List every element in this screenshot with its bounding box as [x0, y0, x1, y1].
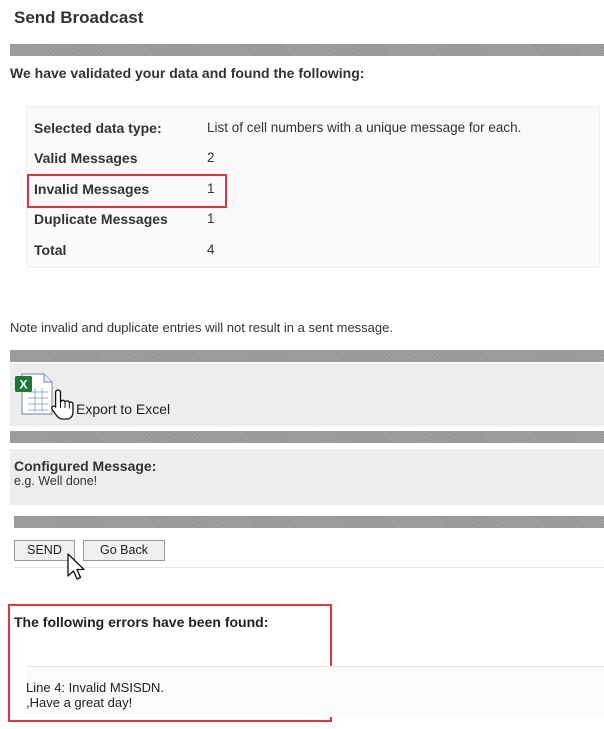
summary-label: Total	[34, 242, 67, 258]
export-to-excel-label[interactable]: Export to Excel	[76, 401, 170, 417]
divider	[10, 431, 604, 443]
divider	[14, 516, 604, 528]
invalid-messages-highlight	[27, 174, 227, 208]
error-line: ,Have a great day!	[26, 695, 133, 710]
go-back-button[interactable]: Go Back	[83, 540, 165, 561]
arrow-cursor-icon	[66, 552, 86, 587]
error-line: Line 4: Invalid MSISDN.	[26, 680, 165, 695]
summary-value: 2	[207, 150, 215, 165]
summary-value: 1	[207, 211, 215, 226]
divider	[10, 44, 604, 56]
divider	[14, 567, 604, 568]
divider	[10, 350, 604, 362]
validation-note: Note invalid and duplicate entries will …	[10, 320, 393, 335]
summary-label: Selected data type:	[34, 120, 162, 136]
configured-message-text: e.g. Well done!	[14, 474, 98, 488]
excel-icon: X	[14, 372, 54, 416]
summary-value: List of cell numbers with a unique messa…	[207, 120, 522, 135]
validation-heading: We have validated your data and found th…	[10, 65, 365, 81]
summary-label: Valid Messages	[34, 150, 138, 166]
hand-cursor-icon	[50, 388, 76, 427]
svg-text:X: X	[19, 378, 27, 392]
errors-heading: The following errors have been found:	[14, 614, 269, 630]
summary-label: Duplicate Messages	[34, 211, 168, 227]
page-title: Send Broadcast	[14, 8, 144, 27]
configured-message-title: Configured Message:	[14, 458, 157, 474]
summary-value: 4	[207, 242, 215, 257]
